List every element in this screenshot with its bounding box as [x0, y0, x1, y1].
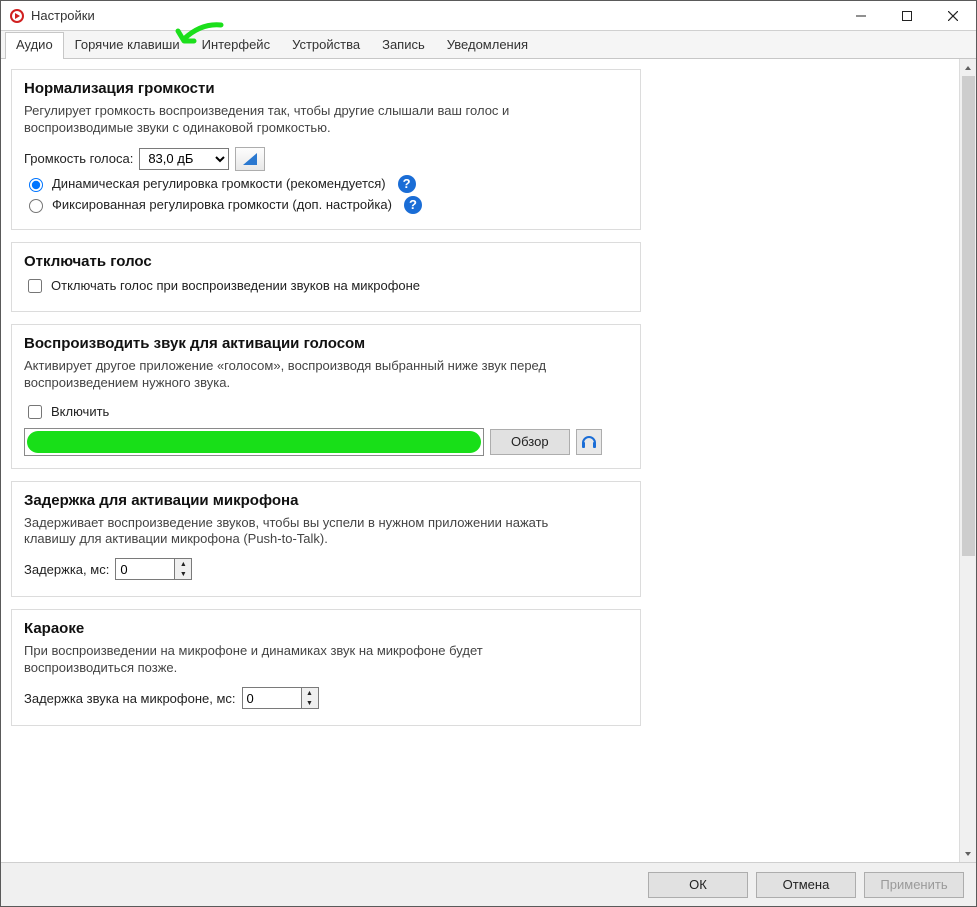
voice-volume-label: Громкость голоса: [24, 151, 133, 166]
karaoke-delay-input[interactable] [242, 687, 302, 709]
group-activation-sound: Воспроизводить звук для активации голосо… [11, 324, 641, 469]
group-title: Воспроизводить звук для активации голосо… [24, 335, 628, 352]
minimize-button[interactable] [838, 1, 884, 31]
tab-bar: Аудио Горячие клавиши Интерфейс Устройст… [1, 31, 976, 59]
app-icon [9, 8, 25, 24]
scroll-up-arrow[interactable] [960, 59, 977, 76]
close-button[interactable] [930, 1, 976, 31]
mic-delay-spinner[interactable]: ▲▼ [175, 558, 192, 580]
group-desc: Регулирует громкость воспроизведения так… [24, 103, 584, 137]
volume-meter-button[interactable] [235, 147, 265, 171]
titlebar: Настройки [1, 1, 976, 31]
mic-delay-label: Задержка, мс: [24, 562, 109, 577]
group-desc: Активирует другое приложение «голосом», … [24, 358, 584, 392]
ok-button[interactable]: ОК [648, 872, 748, 898]
vertical-scrollbar[interactable] [959, 59, 976, 862]
dialog-footer: ОК Отмена Применить [1, 862, 976, 906]
maximize-button[interactable] [884, 1, 930, 31]
radio-fixed-volume[interactable] [29, 199, 43, 213]
checkbox-enable-activation-sound[interactable] [28, 405, 42, 419]
scroll-track[interactable] [960, 76, 977, 845]
browse-button[interactable]: Обзор [490, 429, 570, 455]
tab-devices[interactable]: Устройства [281, 32, 371, 60]
mic-delay-input[interactable] [115, 558, 175, 580]
tab-record[interactable]: Запись [371, 32, 436, 60]
content-area: Нормализация громкости Регулирует громко… [1, 59, 976, 862]
tab-hotkeys[interactable]: Горячие клавиши [64, 32, 191, 60]
group-title: Задержка для активации микрофона [24, 492, 628, 509]
group-volume-normalization: Нормализация громкости Регулирует громко… [11, 69, 641, 230]
group-mute-voice: Отключать голос Отключать голос при восп… [11, 242, 641, 312]
checkbox-mute-label: Отключать голос при воспроизведении звук… [51, 278, 420, 293]
apply-button[interactable]: Применить [864, 872, 964, 898]
group-karaoke: Караоке При воспроизведении на микрофоне… [11, 609, 641, 726]
group-title: Отключать голос [24, 253, 628, 270]
checkbox-enable-label: Включить [51, 404, 109, 419]
radio-dynamic-volume[interactable] [29, 178, 43, 192]
activation-sound-path-field[interactable] [24, 428, 484, 456]
group-title: Нормализация громкости [24, 80, 628, 97]
scroll-thumb[interactable] [962, 76, 975, 556]
group-desc: При воспроизведении на микрофоне и динам… [24, 643, 584, 677]
group-title: Караоке [24, 620, 628, 637]
karaoke-delay-spinner[interactable]: ▲▼ [302, 687, 319, 709]
scroll-down-arrow[interactable] [960, 845, 977, 862]
preview-sound-button[interactable] [576, 429, 602, 455]
scroll-content: Нормализация громкости Регулирует громко… [1, 59, 976, 862]
group-mic-activation-delay: Задержка для активации микрофона Задержи… [11, 481, 641, 598]
cancel-button[interactable]: Отмена [756, 872, 856, 898]
redaction-overlay [27, 431, 481, 453]
window-title: Настройки [31, 8, 95, 23]
help-icon[interactable]: ? [398, 175, 416, 193]
checkbox-mute-voice[interactable] [28, 279, 42, 293]
radio-fixed-label: Фиксированная регулировка громкости (доп… [52, 197, 392, 212]
group-desc: Задерживает воспроизведение звуков, чтоб… [24, 515, 584, 549]
help-icon[interactable]: ? [404, 196, 422, 214]
tab-interface[interactable]: Интерфейс [191, 32, 281, 60]
tab-audio[interactable]: Аудио [5, 32, 64, 60]
settings-window: Настройки Аудио Горячие клавиши Интерфей… [0, 0, 977, 907]
voice-volume-select[interactable]: 83,0 дБ [139, 148, 229, 170]
karaoke-delay-label: Задержка звука на микрофоне, мс: [24, 691, 236, 706]
tab-notifications[interactable]: Уведомления [436, 32, 539, 60]
radio-dynamic-label: Динамическая регулировка громкости (реко… [52, 176, 386, 191]
